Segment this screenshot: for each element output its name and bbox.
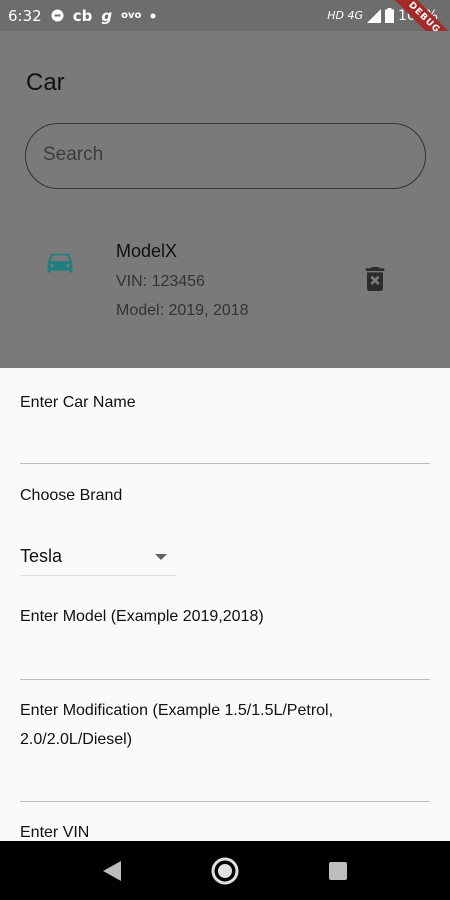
car-icon — [47, 253, 73, 279]
modification-underline — [20, 801, 430, 802]
modification-label-line1: Enter Modification (Example 1.5/1.5L/Pet… — [20, 702, 334, 719]
car-vin: VIN: 123456 — [116, 273, 205, 290]
dropdown-arrow-icon — [155, 554, 167, 560]
notification-ovo-icon: ovo — [121, 10, 142, 21]
notification-cb-icon: cb — [72, 6, 93, 25]
add-car-sheet: Enter Car Name Choose Brand Tesla Enter … — [0, 368, 450, 841]
brand-label-container: Choose Brand — [20, 481, 430, 510]
search-placeholder: Search — [43, 144, 104, 165]
recents-icon[interactable] — [328, 861, 348, 885]
model-field[interactable]: Enter Model (Example 2019,2018) — [20, 602, 430, 631]
brand-label: Choose Brand — [20, 487, 123, 504]
notification-g-icon: g — [101, 6, 113, 25]
back-icon[interactable] — [102, 860, 122, 886]
car-name: ModelX — [116, 241, 178, 261]
model-label: Enter Model (Example 2019,2018) — [20, 608, 264, 625]
status-bar: 6:32 cb g ovo HD 4G 100% DEBUG — [0, 0, 450, 60]
main-screen-overlay[interactable]: Car Search ModelX VIN: 123456 Model: 201… — [0, 31, 450, 368]
car-name-underline — [20, 463, 430, 464]
vin-field[interactable]: Enter VIN — [20, 818, 430, 841]
page-title: Car — [26, 69, 65, 96]
modification-field[interactable]: Enter Modification (Example 1.5/1.5L/Pet… — [20, 696, 430, 754]
dot-icon — [150, 13, 156, 19]
car-name-label: Enter Car Name — [20, 394, 136, 411]
network-indicator: HD 4G — [327, 9, 363, 22]
car-name-field[interactable]: Enter Car Name — [20, 388, 430, 417]
battery-icon — [384, 8, 394, 23]
vin-label: Enter VIN — [20, 824, 90, 841]
car-model: Model: 2019, 2018 — [116, 302, 249, 319]
modification-label-line2: 2.0/2.0L/Diesel) — [20, 731, 133, 748]
home-icon[interactable] — [211, 857, 239, 889]
brand-value: Tesla — [20, 546, 63, 566]
delete-icon[interactable] — [365, 267, 385, 295]
search-input[interactable]: Search — [25, 123, 426, 189]
list-item[interactable]: ModelX VIN: 123456 Model: 2019, 2018 — [0, 231, 450, 341]
navigation-bar — [0, 841, 450, 900]
notification-icon — [51, 9, 64, 22]
dropdown-underline — [20, 575, 176, 576]
brand-dropdown[interactable]: Tesla — [20, 542, 176, 576]
model-underline — [20, 679, 430, 680]
status-time: 6:32 — [8, 6, 42, 25]
signal-icon — [366, 8, 381, 23]
